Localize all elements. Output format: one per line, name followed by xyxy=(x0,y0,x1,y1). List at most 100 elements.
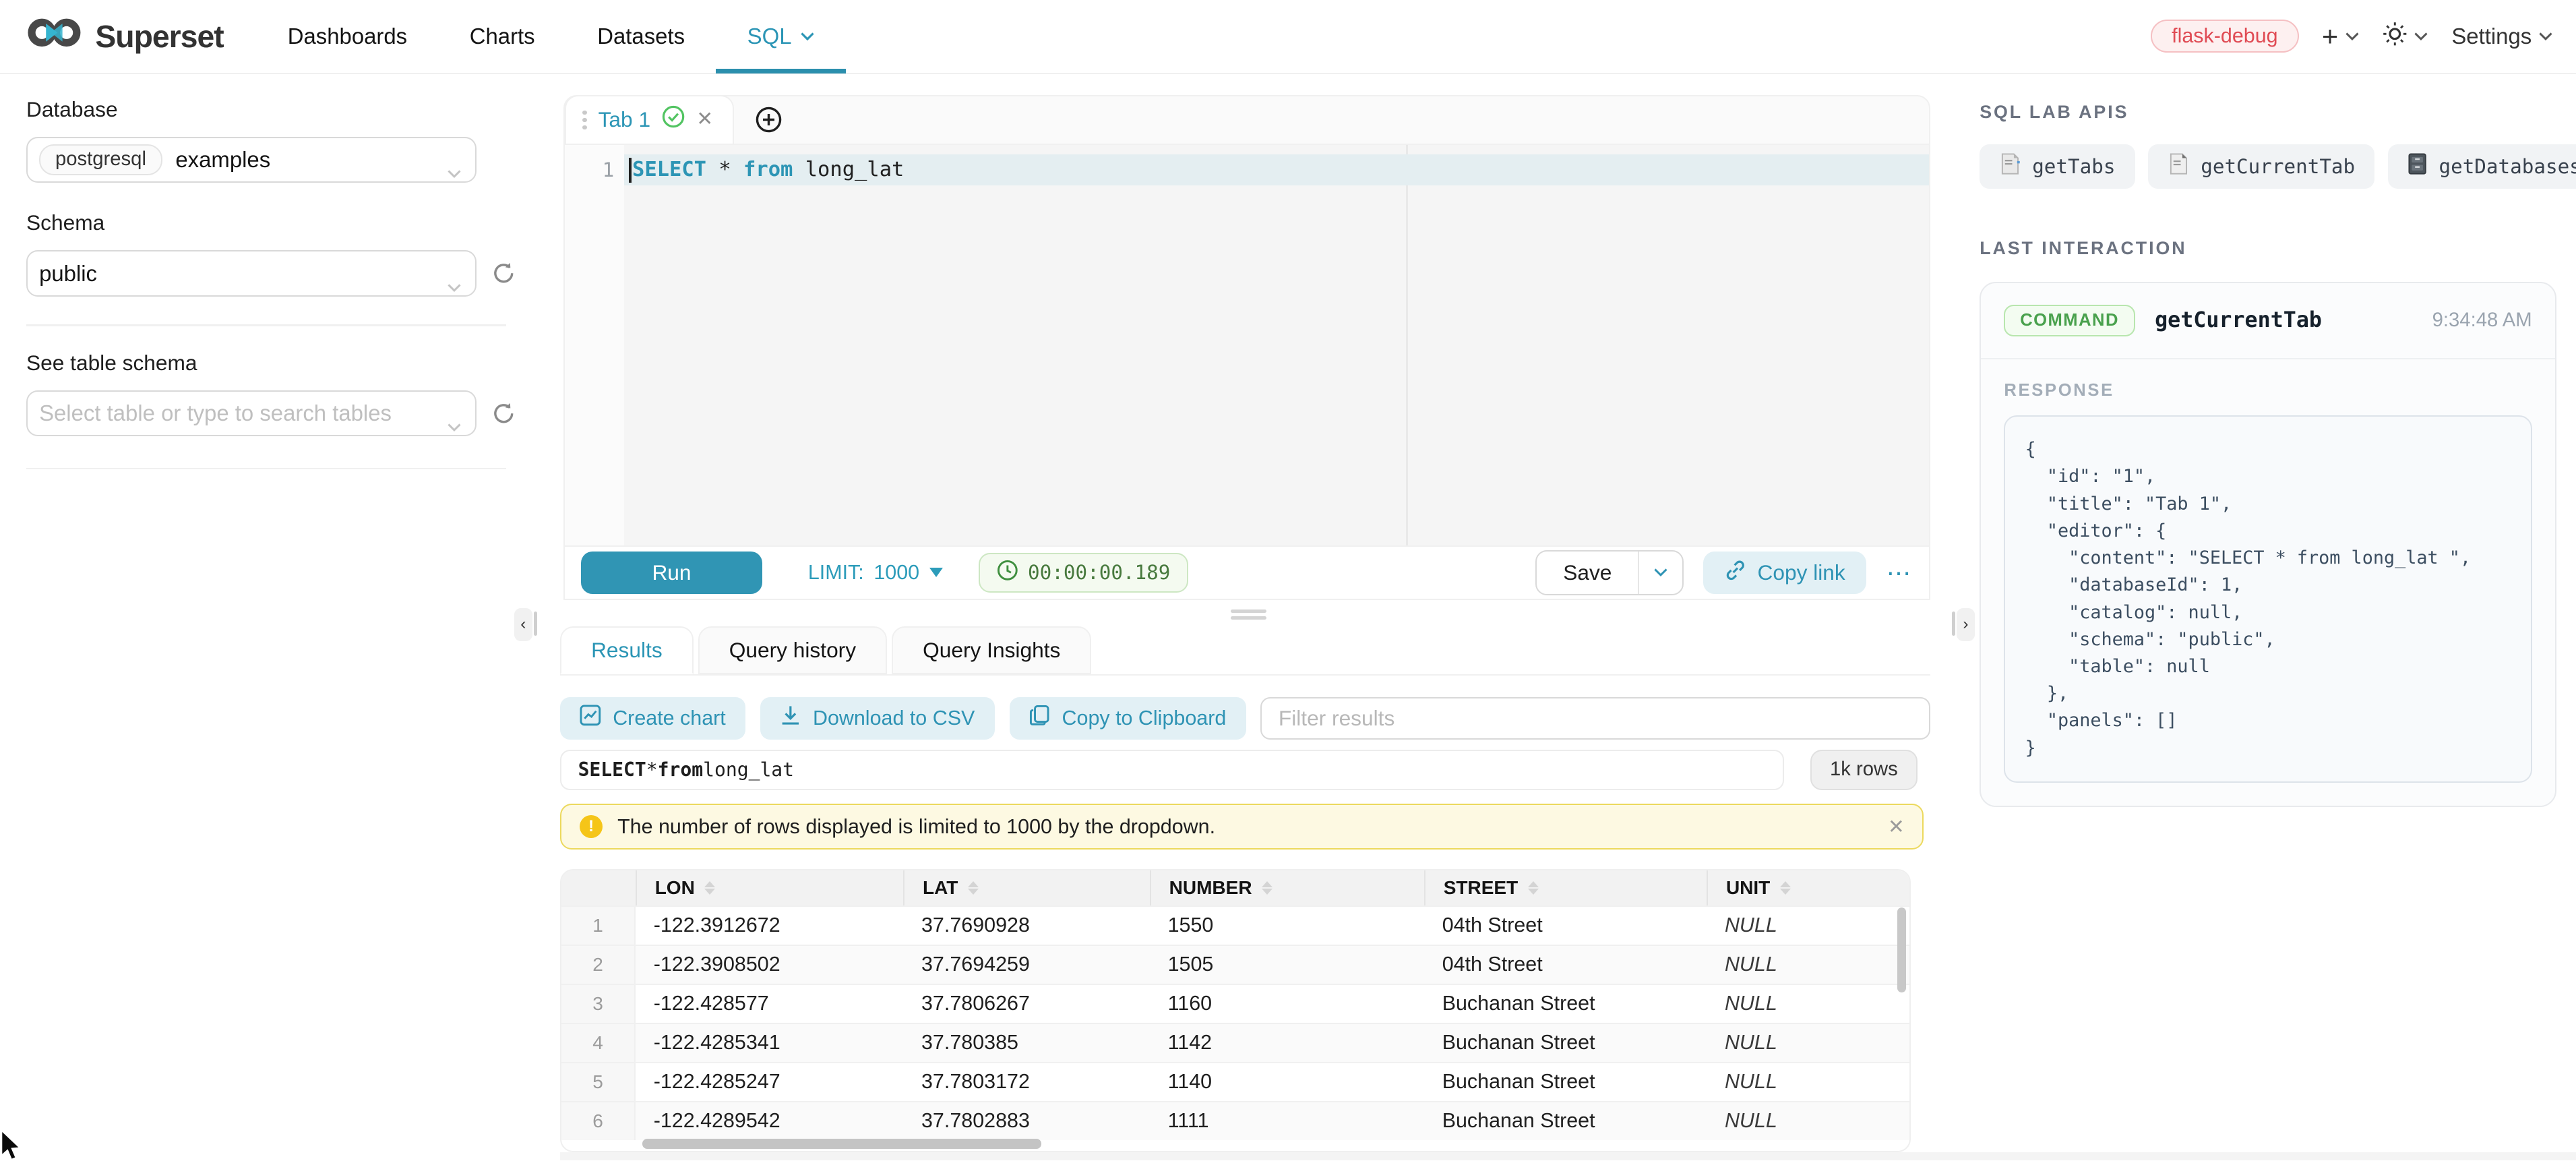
response-json: { "id": "1", "title": "Tab 1", "editor":… xyxy=(2025,436,2511,762)
sort-icon[interactable] xyxy=(1262,881,1272,895)
link-icon xyxy=(1725,560,1746,587)
file-cabinet-icon xyxy=(2408,152,2427,180)
caret-down-icon xyxy=(929,568,943,577)
copy-link-button[interactable]: Copy link xyxy=(1703,552,1866,594)
nav-item-charts[interactable]: Charts xyxy=(438,0,566,73)
drag-handle-icon[interactable] xyxy=(582,111,586,129)
row-count-badge: 1k rows xyxy=(1810,750,1917,791)
table-row[interactable]: 2 -122.3908502 37.7694259 1505 04th Stre… xyxy=(561,945,1909,984)
close-tab-icon[interactable]: ✕ xyxy=(696,110,713,129)
theme-toggle-button[interactable] xyxy=(2383,22,2428,52)
interaction-time: 9:34:48 AM xyxy=(2432,309,2532,332)
table-row[interactable]: 1 -122.3912672 37.7690928 1550 04th Stre… xyxy=(561,905,1909,945)
last-interaction-card: COMMAND getCurrentTab 9:34:48 AM RESPONS… xyxy=(1980,282,2556,807)
plus-icon: + xyxy=(2322,22,2338,50)
page-icon xyxy=(2168,152,2189,180)
get-databases-button[interactable]: getDatabases xyxy=(2388,144,2576,189)
chevron-down-icon xyxy=(447,410,462,440)
table-select-placeholder: Select table or type to search tables xyxy=(39,400,392,426)
sun-icon xyxy=(2383,22,2408,52)
horizontal-scrollbar[interactable] xyxy=(642,1139,1041,1149)
apis-panel-title: SQL LAB APIS xyxy=(1980,102,2556,123)
sql-editor-main: Tab 1 ✕ 1 xyxy=(560,74,1930,1160)
add-new-button[interactable]: + xyxy=(2322,22,2360,50)
collapse-sidebar-button[interactable]: ‹ xyxy=(514,608,532,641)
right-panel-scrollbar[interactable] xyxy=(1952,612,1955,636)
refresh-tables-icon[interactable] xyxy=(491,401,516,426)
chevron-down-icon xyxy=(2345,32,2360,42)
collapse-right-panel-button[interactable]: › xyxy=(1957,608,1975,641)
column-header-street[interactable]: STREET xyxy=(1424,870,1707,905)
nav-right: flask-debug + xyxy=(2151,20,2576,53)
sort-icon[interactable] xyxy=(1780,881,1791,895)
nav-item-datasets[interactable]: Datasets xyxy=(566,0,716,73)
schema-label: Schema xyxy=(26,210,534,235)
tab-query-insights[interactable]: Query Insights xyxy=(892,626,1091,674)
command-badge: COMMAND xyxy=(2004,305,2135,337)
sort-icon[interactable] xyxy=(704,881,715,895)
warning-icon: ! xyxy=(580,815,603,838)
line-number: 1 xyxy=(565,154,614,185)
refresh-schemas-icon[interactable] xyxy=(491,261,516,286)
save-split-button[interactable]: Save xyxy=(1535,550,1684,595)
download-csv-button[interactable]: Download to CSV xyxy=(760,697,995,740)
environment-badge: flask-debug xyxy=(2151,20,2299,53)
database-select[interactable]: postgresql examples xyxy=(26,137,477,183)
card-divider xyxy=(1981,358,2555,359)
query-preview-row: SELECT * from long_lat 1k rows xyxy=(560,750,1930,791)
sort-icon[interactable] xyxy=(968,881,979,895)
nav-item-dashboards[interactable]: Dashboards xyxy=(256,0,438,73)
clock-icon xyxy=(997,560,1018,586)
limit-dropdown[interactable]: LIMIT: 1000 xyxy=(808,561,943,585)
sql-code-editor[interactable]: 1 SELECT * from long_lat xyxy=(563,145,1930,546)
table-row[interactable]: 3 -122.428577 37.7806267 1160 Buchanan S… xyxy=(561,984,1909,1023)
pane-resize-handle[interactable] xyxy=(1231,609,1267,621)
run-button[interactable]: Run xyxy=(581,552,762,594)
database-engine-tag: postgresql xyxy=(39,144,162,176)
table-row[interactable]: 5 -122.4285247 37.7803172 1140 Buchanan … xyxy=(561,1062,1909,1101)
nav-item-sql[interactable]: SQL xyxy=(716,0,846,73)
sql-code-line: SELECT * from long_lat xyxy=(632,154,904,185)
column-header-number[interactable]: NUMBER xyxy=(1150,870,1424,905)
editor-tab-title: Tab 1 xyxy=(599,107,650,132)
last-interaction-title: LAST INTERACTION xyxy=(1980,238,2556,259)
table-row[interactable]: 6 -122.4289542 37.7802883 1111 Buchanan … xyxy=(561,1101,1909,1140)
sort-icon[interactable] xyxy=(1528,881,1539,895)
check-circle-icon xyxy=(662,105,685,135)
add-tab-button[interactable] xyxy=(734,96,803,143)
superset-logo-icon xyxy=(26,16,82,56)
text-caret xyxy=(629,158,632,183)
more-actions-button[interactable]: ⋯ xyxy=(1887,558,1913,587)
sql-lab-apis-panel: SQL LAB APIS getTabs xyxy=(1980,74,2556,1160)
bottom-edge-strip xyxy=(560,1152,2576,1160)
editor-tab[interactable]: Tab 1 ✕ xyxy=(565,95,734,144)
table-select[interactable]: Select table or type to search tables xyxy=(26,390,477,436)
settings-menu[interactable]: Settings xyxy=(2451,24,2553,49)
get-tabs-button[interactable]: getTabs xyxy=(1980,144,2135,189)
column-header-unit[interactable]: UNIT xyxy=(1707,870,1909,905)
table-row[interactable]: 4 -122.4285341 37.780385 1142 Buchanan S… xyxy=(561,1023,1909,1062)
query-preview: SELECT * from long_lat xyxy=(560,750,1784,791)
results-tabbar: Results Query history Query Insights xyxy=(560,626,1930,676)
filter-results-input[interactable] xyxy=(1260,697,1930,740)
interaction-header: COMMAND getCurrentTab 9:34:48 AM xyxy=(1981,283,2555,358)
vertical-scrollbar[interactable] xyxy=(1897,907,1905,993)
save-dropdown-arrow[interactable] xyxy=(1638,552,1682,594)
tab-results[interactable]: Results xyxy=(560,626,693,674)
schema-select[interactable]: public xyxy=(26,250,477,296)
warning-text: The number of rows displayed is limited … xyxy=(617,815,1873,839)
create-chart-button[interactable]: Create chart xyxy=(560,697,745,740)
save-button[interactable]: Save xyxy=(1537,552,1638,594)
copy-clipboard-button[interactable]: Copy to Clipboard xyxy=(1010,697,1246,740)
chevron-down-icon xyxy=(447,270,462,299)
get-current-tab-button[interactable]: getCurrentTab xyxy=(2148,144,2374,189)
tab-query-history[interactable]: Query history xyxy=(698,626,887,674)
column-header-lon[interactable]: LON xyxy=(636,870,903,905)
sidebar-scrollbar[interactable] xyxy=(534,612,537,636)
chevron-down-icon xyxy=(447,156,462,186)
superset-logo[interactable]: Superset xyxy=(0,16,256,56)
column-header-lat[interactable]: LAT xyxy=(903,870,1150,905)
table-schema-label: See table schema xyxy=(26,351,534,376)
close-warning-icon[interactable]: ✕ xyxy=(1888,815,1905,839)
chevron-down-icon xyxy=(2414,32,2428,42)
